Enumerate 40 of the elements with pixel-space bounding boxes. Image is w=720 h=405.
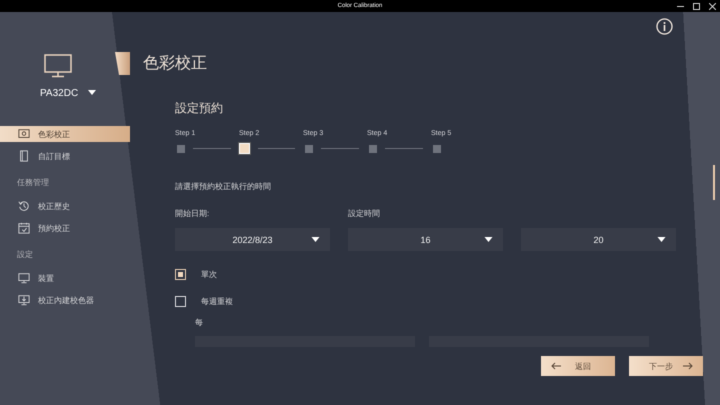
field-label: 開始日期: <box>175 209 210 219</box>
sidebar-item[interactable]: 自訂目標 <box>0 148 130 164</box>
checkbox[interactable] <box>175 269 186 280</box>
arrow-left-icon <box>551 362 561 370</box>
field-label: 每 <box>195 318 203 328</box>
sidebar-item[interactable]: 預約校正 <box>0 220 130 236</box>
device-name: PA32DC <box>40 88 78 98</box>
calendar-icon <box>18 222 30 234</box>
caret-icon <box>484 237 493 243</box>
monitor-icon <box>44 54 72 78</box>
sidebar-item[interactable]: 色彩校正 <box>0 126 130 142</box>
section-title: 設定預約 <box>175 101 223 115</box>
back-button[interactable]: 返回 <box>541 356 615 376</box>
checkbox[interactable] <box>175 296 186 307</box>
hour-dropdown[interactable]: 16 <box>348 228 503 251</box>
scrollbar[interactable] <box>713 165 715 200</box>
caret-icon[interactable] <box>88 90 96 96</box>
checkbox-label: 每週重複 <box>201 296 233 307</box>
monitor-download-icon <box>18 294 30 306</box>
page-title: 色彩校正 <box>143 54 207 74</box>
caret-icon <box>311 237 320 243</box>
caret-icon <box>657 237 666 243</box>
field-label: 設定時間 <box>348 209 381 219</box>
sidebar-item[interactable]: 校正內建校色器 <box>0 292 130 308</box>
panel-icon <box>18 150 30 162</box>
monitor-icon <box>18 272 30 284</box>
minute-dropdown[interactable]: 20 <box>521 228 676 251</box>
next-button[interactable]: 下一步 <box>629 356 703 376</box>
section-heading: 任務管理 <box>16 176 50 188</box>
instruction-text: 請選擇預約校正執行的時間 <box>175 182 271 192</box>
title-tab-marker <box>115 52 130 75</box>
sidebar-item[interactable]: 裝置 <box>0 270 130 286</box>
camera-icon <box>18 128 30 140</box>
date-dropdown[interactable]: 2022/8/23 <box>175 228 330 251</box>
arrow-right-icon <box>683 362 693 370</box>
sidebar-item[interactable]: 校正歷史 <box>0 198 130 214</box>
info-icon[interactable] <box>656 18 673 35</box>
history-icon <box>18 200 30 212</box>
section-heading: 設定 <box>16 248 34 260</box>
checkbox-label: 單次 <box>201 269 217 280</box>
